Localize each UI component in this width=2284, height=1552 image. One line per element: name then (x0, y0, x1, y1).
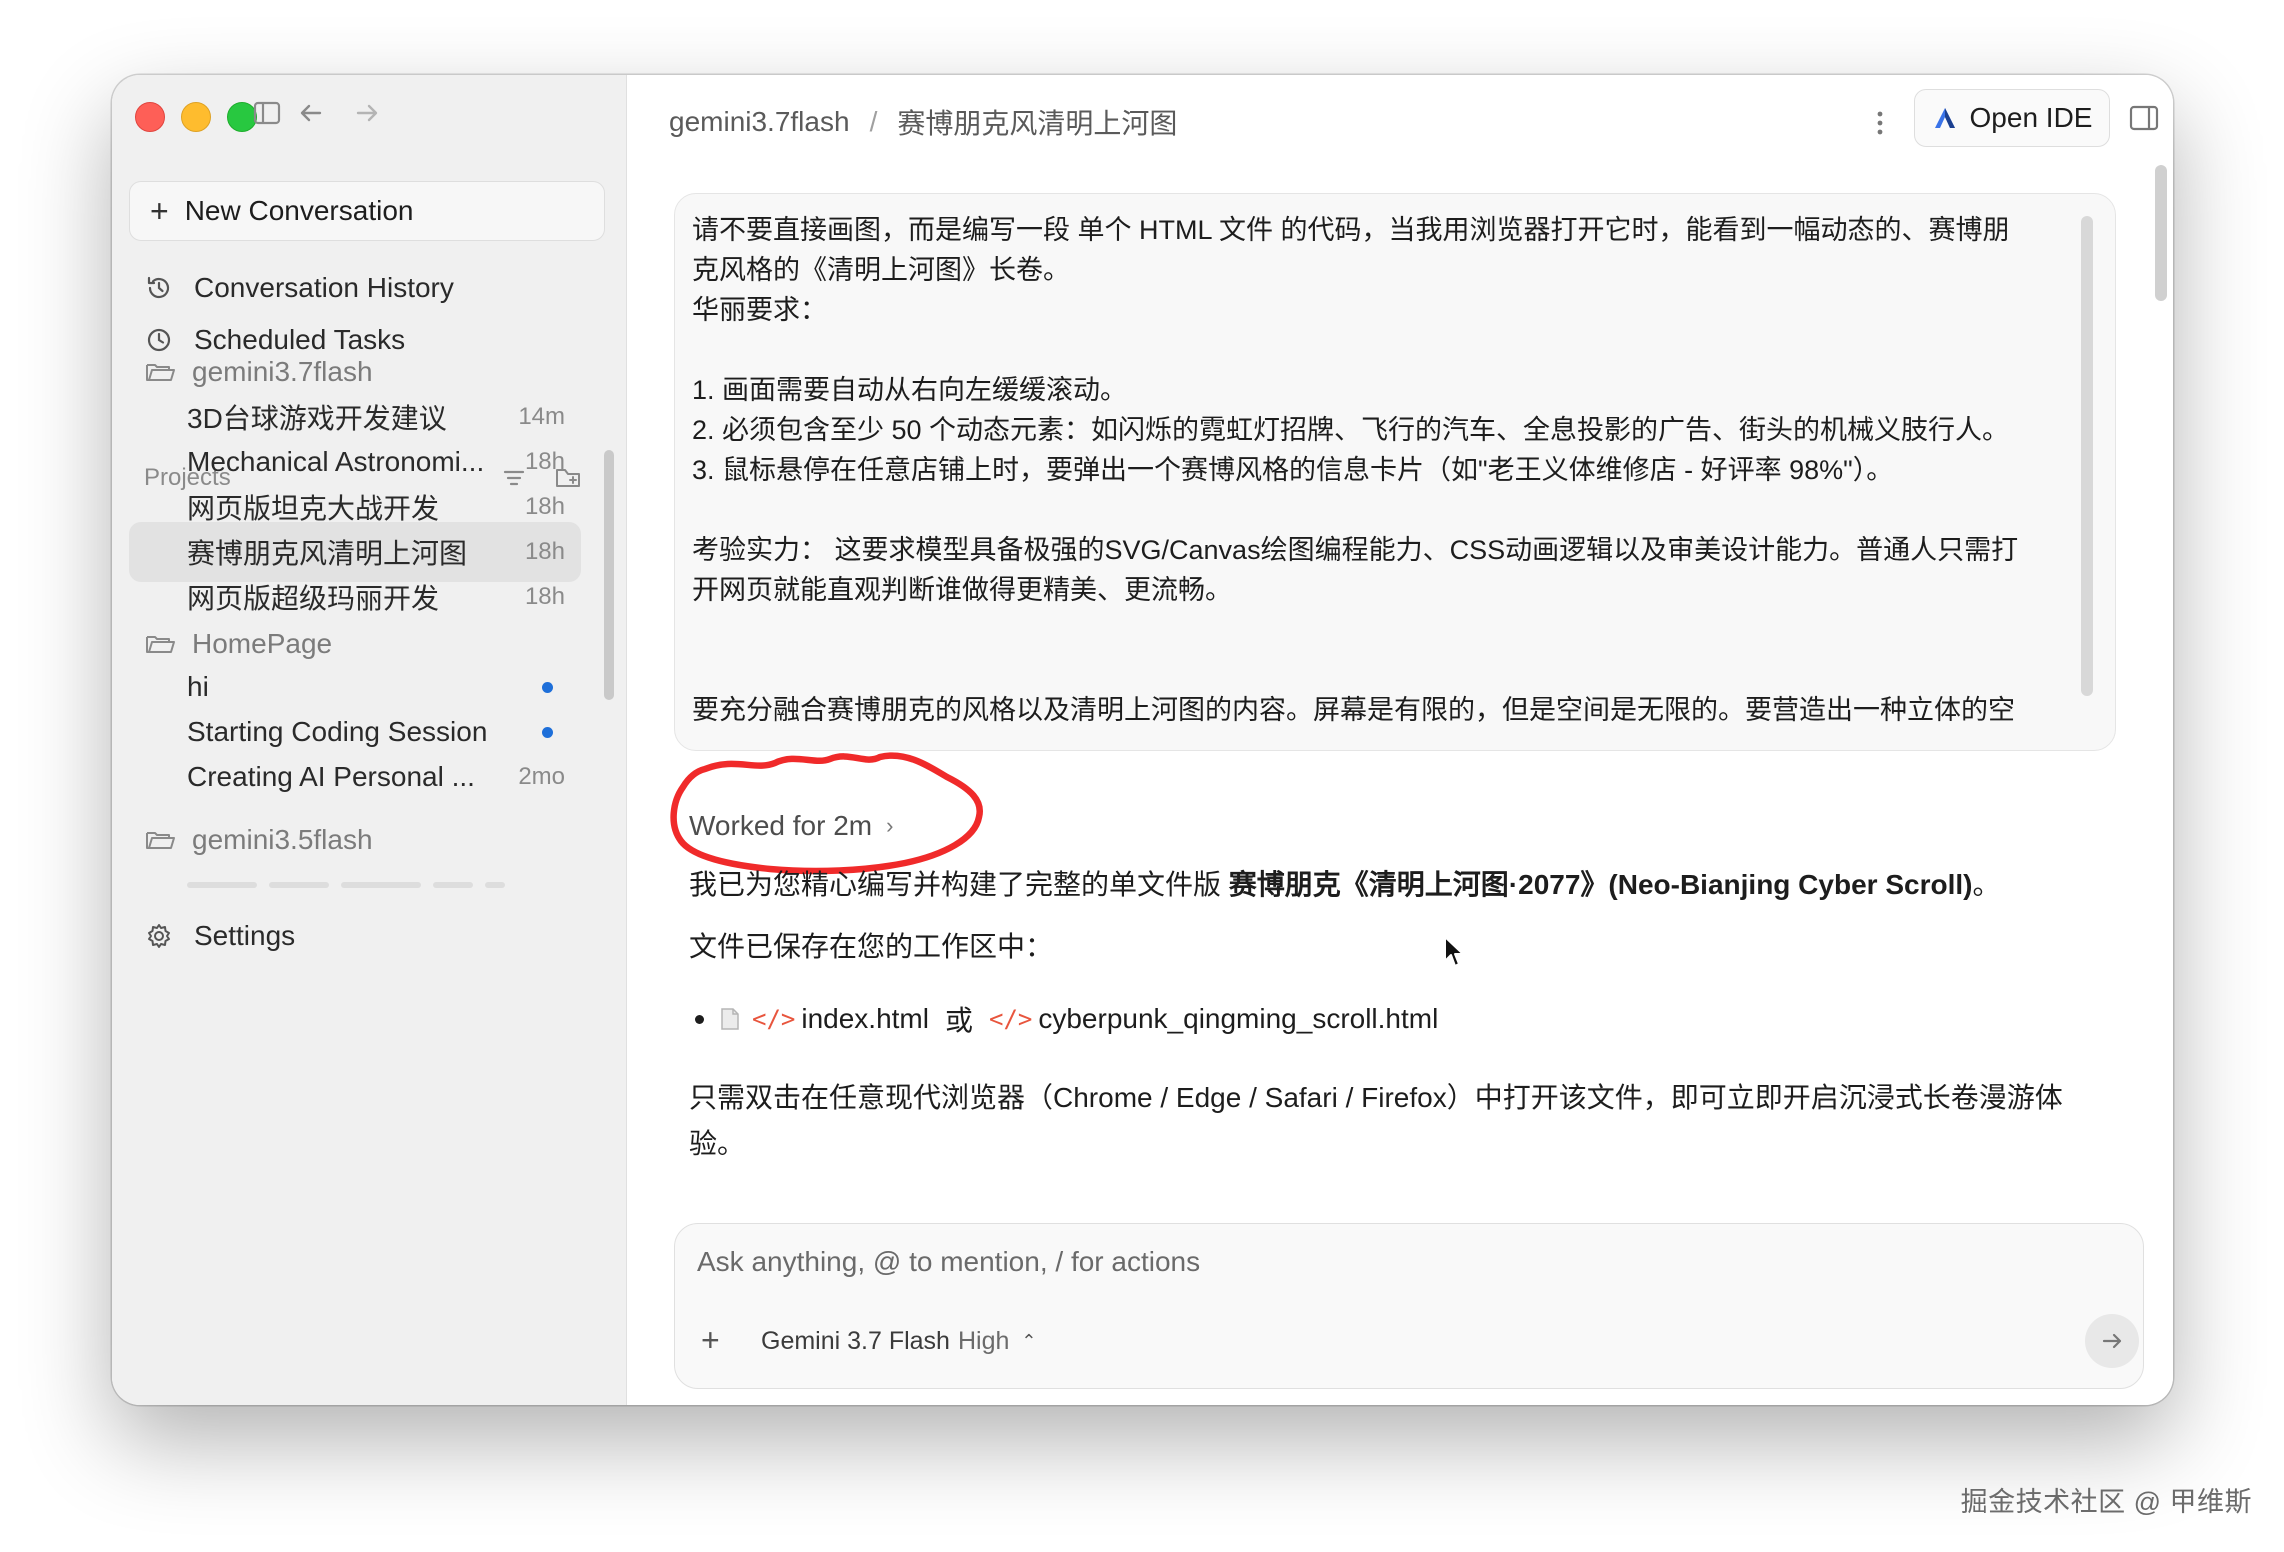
new-conversation-label: New Conversation (184, 195, 414, 226)
history-icon (147, 276, 170, 299)
conversation-title: 网页版坦克大战开发 (187, 493, 440, 524)
panel-toggle-icon[interactable] (2127, 101, 2161, 135)
code-icon: </> (752, 1005, 796, 1033)
conversation-title: Mechanical Astronomi... (187, 446, 485, 477)
settings-label: Settings (194, 920, 296, 951)
chevron-up-icon: ⌃ (1021, 1330, 1037, 1351)
arrow-right-icon (2102, 1333, 2122, 1349)
conversation-title: 赛博朋克风清明上河图 (187, 538, 468, 569)
breadcrumb-separator: / (869, 106, 878, 137)
ide-logo-icon (1934, 108, 1955, 128)
conversation-title: 3D台球游戏开发建议 (187, 403, 447, 434)
conversation-title: Starting Coding Session (187, 716, 488, 747)
conversation-title: hi (187, 671, 209, 702)
file-list-item: </> index.html 或 </> cyberpunk_qingming_… (689, 997, 1438, 1041)
open-ide-button[interactable]: Open IDE (1914, 89, 2110, 147)
unread-dot (542, 681, 553, 693)
mouse-cursor-icon (1444, 936, 1464, 967)
conversation-title: 网页版超级玛丽开发 (187, 583, 440, 614)
conversation-time: 18h (524, 538, 565, 565)
conversation-time: 18h (524, 583, 565, 610)
more-options-icon[interactable] (1870, 103, 1890, 143)
add-attachment-icon[interactable]: + (701, 1324, 720, 1356)
conversation-time: 18h (524, 448, 565, 475)
bullet (695, 1014, 704, 1024)
close-window-button[interactable] (135, 102, 165, 132)
main-scrollbar[interactable] (2155, 165, 2167, 301)
project-name: HomePage (192, 628, 333, 659)
message-composer: Ask anything, @ to mention, / for action… (674, 1223, 2144, 1389)
reply-title: 赛博朋克《清明上河图·2077》(Neo-Bianjing Cyber Scro… (1228, 869, 1973, 900)
minimize-window-button[interactable] (181, 102, 211, 132)
file-link-index[interactable]: index.html (801, 1003, 929, 1035)
folder-icon (146, 832, 175, 849)
settings-button[interactable]: Settings (144, 913, 295, 959)
file-icon (721, 1008, 739, 1030)
conversation-time: 14m (518, 403, 565, 430)
conversation-item[interactable]: 网页版超级玛丽开发 18h (129, 567, 581, 627)
reply-text: 。 (1972, 869, 2001, 900)
user-prompt-text: 请不要直接画图，而是编写一段 单个 HTML 文件 的代码，当我用浏览器打开它时… (692, 215, 2019, 725)
model-selector[interactable]: Gemini 3.7 Flash High ⌃ (761, 1324, 1036, 1358)
main-panel: gemini3.7flash / 赛博朋克风清明上河图 Open IDE 请不要… (627, 75, 2173, 1405)
prompt-scrollbar[interactable] (2081, 216, 2093, 696)
model-level: High (957, 1326, 1010, 1355)
conversation-time: 2mo (518, 763, 565, 790)
app-window: + New Conversation Conversation History … (112, 75, 2173, 1405)
message-input[interactable]: Ask anything, @ to mention, / for action… (697, 1246, 1200, 1278)
user-prompt-card: 请不要直接画图，而是编写一段 单个 HTML 文件 的代码，当我用浏览器打开它时… (674, 193, 2116, 751)
unread-dot (542, 726, 553, 738)
new-conversation-button[interactable]: + New Conversation (129, 181, 605, 241)
arrow-right-icon[interactable] (352, 98, 382, 128)
breadcrumb: gemini3.7flash / 赛博朋克风清明上河图 (669, 100, 1177, 144)
conversation-history-label: Conversation History (194, 272, 454, 303)
watermark: 掘金技术社区 @ 甲维斯 (1960, 1487, 2252, 1517)
conversation-item[interactable]: Creating AI Personal ... 2mo (129, 747, 581, 807)
sidebar-toggle-icon[interactable] (252, 98, 282, 128)
model-name: Gemini 3.7 Flash (761, 1326, 950, 1355)
reply-paragraph: 只需双击在任意现代浏览器（Chrome / Edge / Safari / Fi… (689, 1082, 2063, 1159)
project-folder-gemini3-5flash[interactable]: gemini3.5flash (144, 818, 373, 862)
sidebar-scrollbar[interactable] (604, 450, 614, 700)
folder-icon (146, 364, 175, 381)
arrow-left-icon[interactable] (296, 98, 326, 128)
code-icon: </> (989, 1005, 1033, 1033)
folder-icon (146, 636, 175, 653)
project-name: gemini3.7flash (192, 356, 373, 387)
conversation-title: Creating AI Personal ... (187, 761, 475, 792)
reply-line-2: 文件已保存在您的工作区中： (689, 931, 1054, 962)
sidebar: + New Conversation Conversation History … (112, 75, 627, 1405)
breadcrumb-project[interactable]: gemini3.7flash (669, 106, 850, 138)
reply-line-1: 我已为您精心编写并构建了完整的单文件版 赛博朋克《清明上河图·2077》(Neo… (689, 865, 2000, 905)
open-ide-label: Open IDE (1969, 102, 2093, 133)
conversation-history-item[interactable]: Conversation History (144, 263, 454, 313)
or-text: 或 (944, 1005, 973, 1036)
plus-icon: + (150, 193, 169, 229)
send-button[interactable] (2085, 1314, 2139, 1368)
project-name: gemini3.5flash (192, 824, 373, 855)
file-link-cyberpunk[interactable]: cyberpunk_qingming_scroll.html (1038, 1003, 1438, 1035)
breadcrumb-conversation: 赛博朋克风清明上河图 (897, 108, 1178, 139)
clipped-conversation-row (187, 870, 567, 894)
reply-text: 我已为您精心编写并构建了完整的单文件版 (689, 869, 1229, 900)
conversation-time: 18h (524, 493, 565, 520)
gear-icon (148, 924, 170, 948)
